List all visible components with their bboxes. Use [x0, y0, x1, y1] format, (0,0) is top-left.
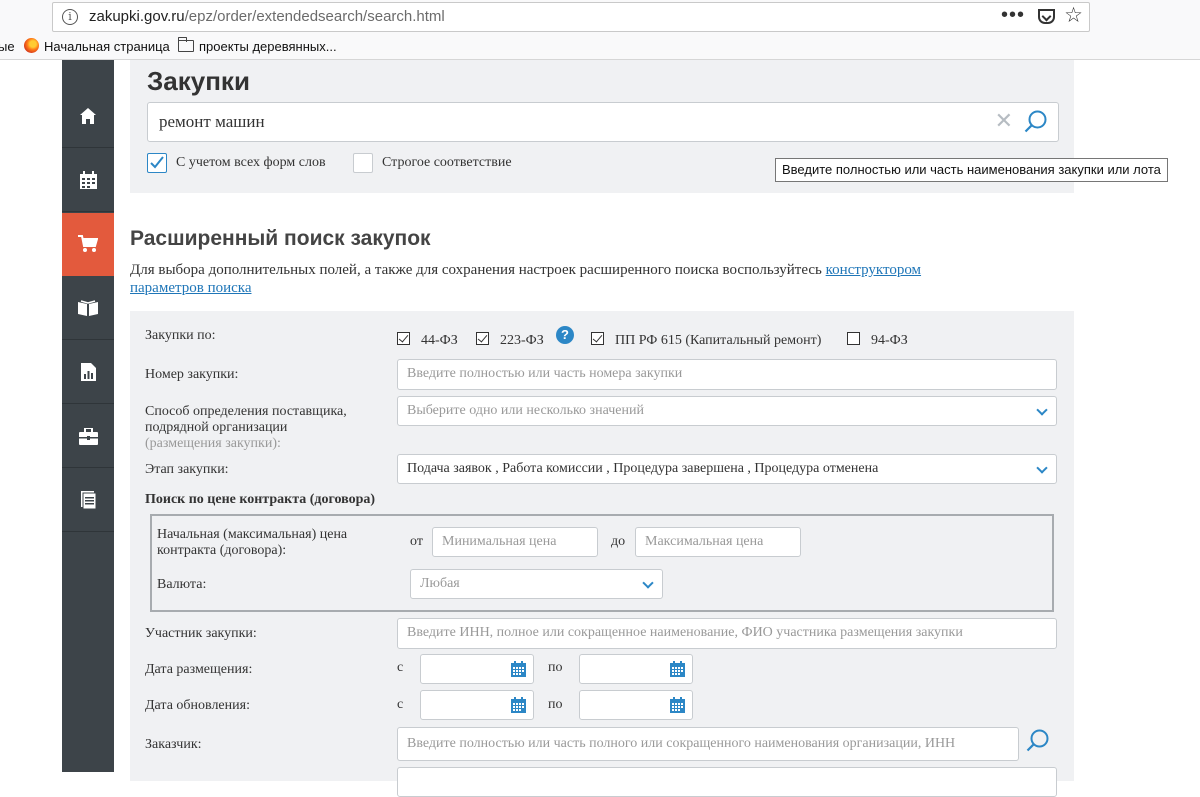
- updated-date-label: Дата обновления:: [145, 698, 250, 713]
- posted-date-label: Дата размещения:: [145, 662, 253, 677]
- report-icon: [80, 363, 96, 381]
- url-host: zakupki.gov.ru: [89, 8, 185, 25]
- constructor-link[interactable]: конструктором: [826, 262, 921, 278]
- strict-match-checkbox[interactable]: [353, 153, 373, 173]
- clear-icon[interactable]: ✕: [995, 109, 1013, 134]
- customer-input[interactable]: Введите полностью или часть полного или …: [397, 727, 1019, 761]
- law-44-label: 44-ФЗ: [421, 333, 458, 348]
- search-params-link[interactable]: параметров поиска: [130, 280, 252, 296]
- method-label-note: (размещения закупки):: [145, 436, 281, 451]
- sidebar-item-library[interactable]: [62, 277, 114, 340]
- updated-to-input[interactable]: [579, 690, 693, 720]
- price-from-label: от: [410, 534, 423, 549]
- info-icon[interactable]: i: [62, 9, 78, 25]
- bookmark-home[interactable]: Начальная страница: [44, 39, 170, 54]
- price-to-label: до: [611, 534, 626, 549]
- search-query: ремонт машин: [159, 112, 265, 131]
- strict-match-label: Строгое соответствие: [382, 155, 512, 170]
- method-label-line1: Способ определения поставщика,: [145, 404, 347, 419]
- search-input[interactable]: ремонт машин ✕: [147, 102, 1059, 142]
- sidebar-item-documents[interactable]: [62, 469, 114, 532]
- participant-input[interactable]: Введите ИНН, полное или сокращенное наим…: [397, 618, 1057, 649]
- checkmark-icon: [150, 156, 164, 169]
- method-label-line2: подрядной организации: [145, 420, 288, 435]
- advanced-search-title: Расширенный поиск закупок: [130, 227, 431, 250]
- law-615-checkbox[interactable]: [591, 332, 604, 345]
- supplier-method-placeholder: Выберите одно или несколько значений: [407, 403, 644, 418]
- currency-value: Любая: [420, 576, 460, 591]
- purchase-number-label: Номер закупки:: [145, 367, 239, 382]
- firefox-icon: [24, 38, 39, 53]
- law-223-checkbox[interactable]: [476, 332, 489, 345]
- posted-from-input[interactable]: [420, 654, 534, 684]
- description-text: Для выбора дополнительных полей, а также…: [130, 262, 826, 278]
- price-section-title: Поиск по цене контракта (договора): [145, 492, 376, 507]
- sidebar-item-purchases[interactable]: [62, 213, 114, 276]
- purchases-by-label: Закупки по:: [145, 328, 216, 343]
- law-94-label: 94-ФЗ: [871, 333, 908, 348]
- briefcase-icon: [78, 427, 98, 445]
- stage-label: Этап закупки:: [145, 462, 229, 477]
- stage-value: Подача заявок , Работа комиссии , Процед…: [407, 461, 879, 476]
- law-615-label: ПП РФ 615 (Капитальный ремонт): [615, 333, 822, 348]
- pocket-icon[interactable]: [1038, 9, 1055, 24]
- participant-label: Участник закупки:: [145, 626, 257, 641]
- posted-from-label: с: [397, 660, 404, 675]
- chevron-down-icon: [1036, 404, 1048, 416]
- sidebar-item-business[interactable]: [62, 405, 114, 468]
- customer-label: Заказчик:: [145, 737, 202, 752]
- customer-search-icon[interactable]: [1026, 728, 1050, 752]
- updated-from-input[interactable]: [420, 690, 534, 720]
- purchase-number-input[interactable]: Введите полностью или часть номера закуп…: [397, 359, 1057, 390]
- calendar-icon[interactable]: [511, 661, 526, 677]
- book-icon: [78, 300, 98, 316]
- chevron-down-icon: [642, 577, 654, 589]
- url-text[interactable]: zakupki.gov.ru/epz/order/extendedsearch/…: [89, 8, 445, 25]
- currency-select[interactable]: Любая: [410, 569, 663, 599]
- calendar-icon[interactable]: [670, 697, 685, 713]
- bookmark-star-icon[interactable]: ☆: [1064, 3, 1083, 28]
- posted-to-input[interactable]: [579, 654, 693, 684]
- calendar-icon[interactable]: [511, 697, 526, 713]
- law-223-label: 223-ФЗ: [500, 333, 544, 348]
- advanced-search-description: Для выбора дополнительных полей, а также…: [130, 261, 1030, 297]
- updated-to-label: по: [548, 697, 563, 712]
- supplier-method-select[interactable]: Выберите одно или несколько значений: [397, 396, 1057, 426]
- address-bar[interactable]: i zakupki.gov.ru/epz/order/extendedsearc…: [52, 2, 1090, 32]
- bookmark-item-cut[interactable]: ые: [0, 39, 15, 54]
- price-label-line1: Начальная (максимальная) цена: [157, 527, 348, 542]
- sidebar: [62, 60, 114, 772]
- posted-to-label: по: [548, 660, 563, 675]
- price-label-line2: контракта (договора):: [157, 543, 287, 558]
- calendar-icon[interactable]: [670, 661, 685, 677]
- updated-from-label: с: [397, 697, 404, 712]
- stage-select[interactable]: Подача заявок , Работа комиссии , Процед…: [397, 454, 1057, 484]
- method-label-line3: (размещения закупки):: [145, 436, 281, 452]
- all-word-forms-label: С учетом всех форм слов: [176, 155, 326, 170]
- help-icon[interactable]: ?: [556, 326, 574, 344]
- folder-icon: [177, 37, 194, 52]
- all-word-forms-checkbox[interactable]: [147, 153, 167, 173]
- home-icon: [80, 108, 96, 124]
- sidebar-item-home[interactable]: [62, 85, 114, 148]
- max-price-input[interactable]: Максимальная цена: [635, 527, 801, 557]
- min-price-input[interactable]: Минимальная цена: [432, 527, 598, 557]
- browser-toolbar: i zakupki.gov.ru/epz/order/extendedsearc…: [0, 0, 1200, 34]
- bookmarks-bar: ые Начальная страница проекты деревянных…: [0, 34, 1200, 60]
- sidebar-item-reports[interactable]: [62, 341, 114, 404]
- cart-icon: [78, 235, 98, 252]
- document-icon: [80, 491, 96, 509]
- chevron-down-icon: [1036, 462, 1048, 474]
- search-icon[interactable]: [1024, 109, 1048, 133]
- url-path: /epz/order/extendedsearch/search.html: [184, 8, 445, 25]
- tooltip: Введите полностью или часть наименования…: [775, 158, 1168, 182]
- currency-label: Валюта:: [157, 577, 207, 592]
- calendar-icon: [79, 171, 97, 189]
- more-actions-icon[interactable]: •••: [1001, 4, 1025, 27]
- law-44-checkbox[interactable]: [397, 332, 410, 345]
- sidebar-item-calendar[interactable]: [62, 149, 114, 212]
- bookmark-projects[interactable]: проекты деревянных...: [199, 39, 337, 54]
- page-title: Закупки: [147, 66, 250, 96]
- law-94-checkbox[interactable]: [847, 332, 860, 345]
